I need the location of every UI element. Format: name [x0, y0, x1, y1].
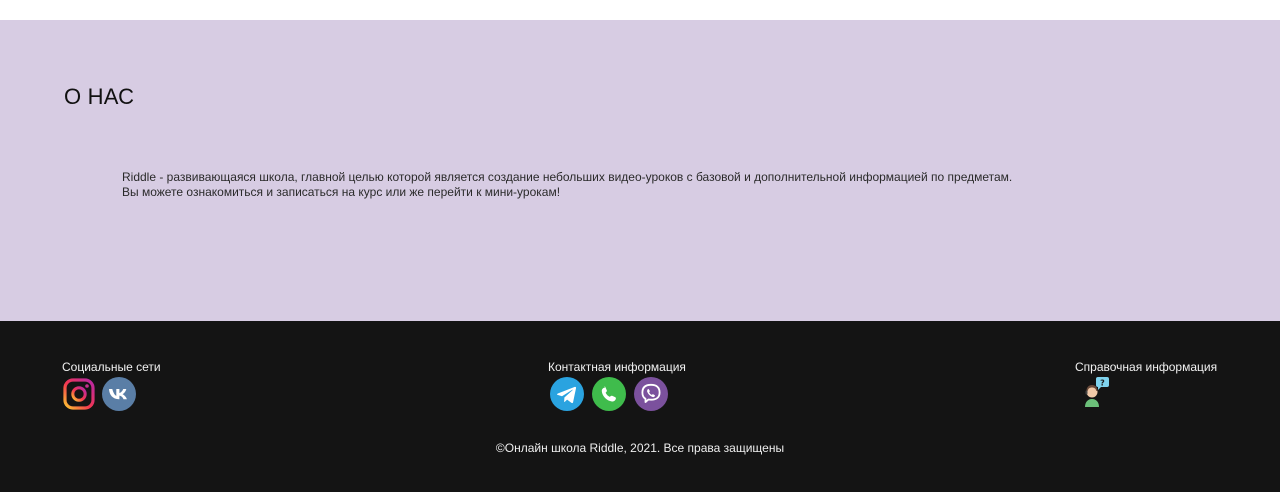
about-text-line-2: Вы можете ознакомиться и записаться на к… [122, 185, 561, 199]
about-section: О НАС Riddle - развивающаяся школа, глав… [0, 20, 1280, 321]
vk-link[interactable] [102, 377, 136, 411]
contact-info-title: Контактная информация [548, 360, 686, 374]
support-agent-icon: ? [1085, 377, 1109, 407]
reference-info-title: Справочная информация [1075, 360, 1218, 374]
vk-icon [102, 377, 136, 411]
whatsapp-link[interactable] [592, 377, 626, 411]
svg-text:?: ? [1100, 379, 1105, 388]
copyright: ©Онлайн школа Riddle, 2021. Все права за… [495, 441, 785, 455]
whatsapp-icon [592, 377, 626, 411]
footer: Социальные сети Контактная информация Сп… [0, 321, 1280, 492]
about-title: О НАС [64, 84, 135, 109]
telegram-icon [550, 377, 584, 411]
viber-link[interactable] [634, 377, 668, 411]
about-text-line-1: Riddle - развивающаяся школа, главной це… [122, 170, 1013, 184]
instagram-icon [63, 378, 95, 410]
about-description: Riddle - развивающаяся школа, главной це… [122, 170, 1012, 200]
top-strip [0, 0, 1280, 20]
reference-info-block: Справочная информация ? [1075, 360, 1217, 411]
contact-info-block: Контактная информация [548, 360, 686, 411]
telegram-link[interactable] [550, 377, 584, 411]
instagram-link[interactable] [62, 377, 96, 411]
social-networks-title: Социальные сети [62, 360, 161, 374]
viber-icon [634, 377, 668, 411]
support-link[interactable]: ? [1079, 377, 1113, 411]
social-networks-block: Социальные сети [62, 360, 161, 411]
